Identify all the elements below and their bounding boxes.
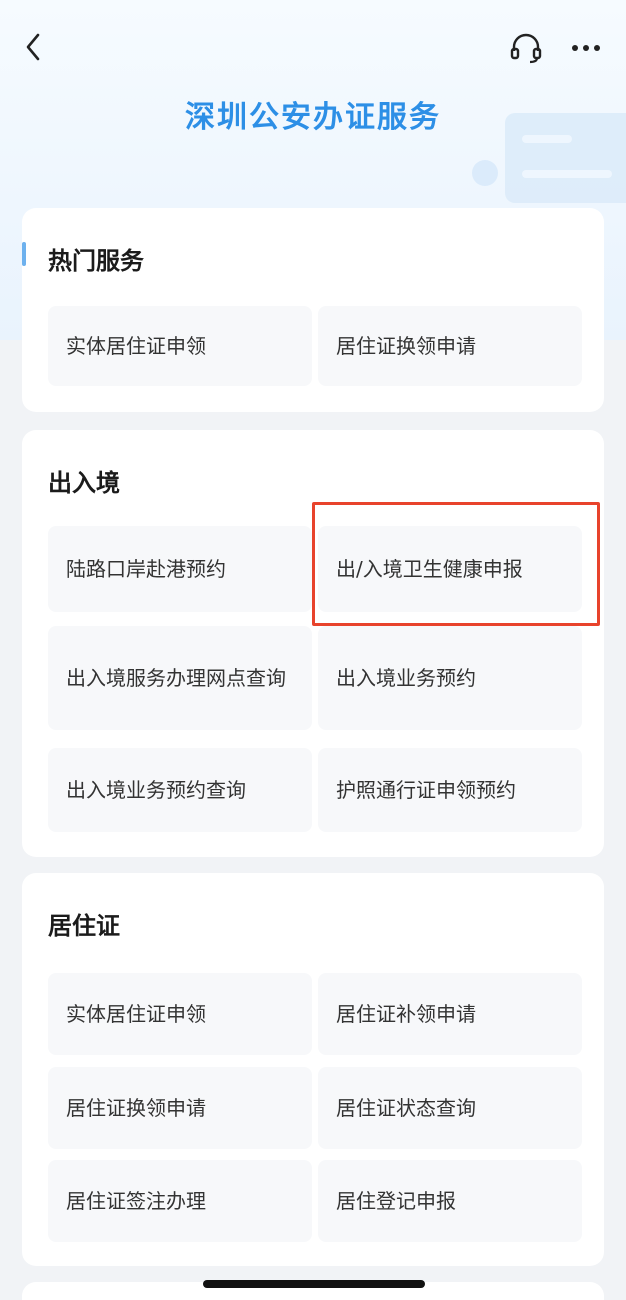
back-button[interactable] bbox=[20, 30, 46, 64]
section-card-exit-entry: 出入境 陆路口岸赴港预约 出/入境卫生健康申报 出入境服务办理网点查询 出入境业… bbox=[22, 430, 604, 857]
service-tile[interactable]: 居住证换领申请 bbox=[48, 1067, 312, 1149]
service-tile[interactable]: 出入境业务预约 bbox=[318, 626, 582, 730]
back-icon bbox=[26, 33, 40, 61]
decorative-line bbox=[522, 170, 612, 178]
section-card-residence-permit: 居住证 实体居住证申领 居住证补领申请 居住证换领申请 居住证状态查询 居住证签… bbox=[22, 873, 604, 1266]
service-tile[interactable]: 居住登记申报 bbox=[318, 1160, 582, 1242]
service-tile[interactable]: 实体居住证申领 bbox=[48, 306, 312, 386]
service-tile[interactable]: 出/入境卫生健康申报 bbox=[318, 526, 582, 612]
service-tile[interactable]: 护照通行证申领预约 bbox=[318, 748, 582, 832]
section-accent-bar bbox=[22, 242, 26, 266]
more-button[interactable] bbox=[566, 30, 606, 66]
headset-icon bbox=[510, 33, 542, 64]
service-tile[interactable]: 出入境业务预约查询 bbox=[48, 748, 312, 832]
service-tile[interactable]: 居住证状态查询 bbox=[318, 1067, 582, 1149]
page-title: 深圳公安办证服务 bbox=[185, 100, 441, 135]
service-tile[interactable]: 陆路口岸赴港预约 bbox=[48, 526, 312, 612]
home-indicator[interactable] bbox=[203, 1280, 425, 1288]
section-title: 居住证 bbox=[48, 912, 120, 940]
service-tile[interactable]: 居住证签注办理 bbox=[48, 1160, 312, 1242]
service-tile[interactable]: 居住证换领申请 bbox=[318, 306, 582, 386]
section-title: 热门服务 bbox=[48, 247, 144, 275]
decorative-dot bbox=[472, 160, 498, 186]
more-icon bbox=[572, 45, 600, 51]
service-tile[interactable]: 实体居住证申领 bbox=[48, 973, 312, 1055]
section-card-hot-services: 热门服务 实体居住证申领 居住证换领申请 bbox=[22, 208, 604, 412]
service-tile[interactable]: 居住证补领申请 bbox=[318, 973, 582, 1055]
customer-service-button[interactable] bbox=[508, 30, 544, 66]
decorative-line bbox=[522, 135, 572, 143]
service-tile[interactable]: 出入境服务办理网点查询 bbox=[48, 626, 312, 730]
section-title: 出入境 bbox=[48, 469, 120, 497]
